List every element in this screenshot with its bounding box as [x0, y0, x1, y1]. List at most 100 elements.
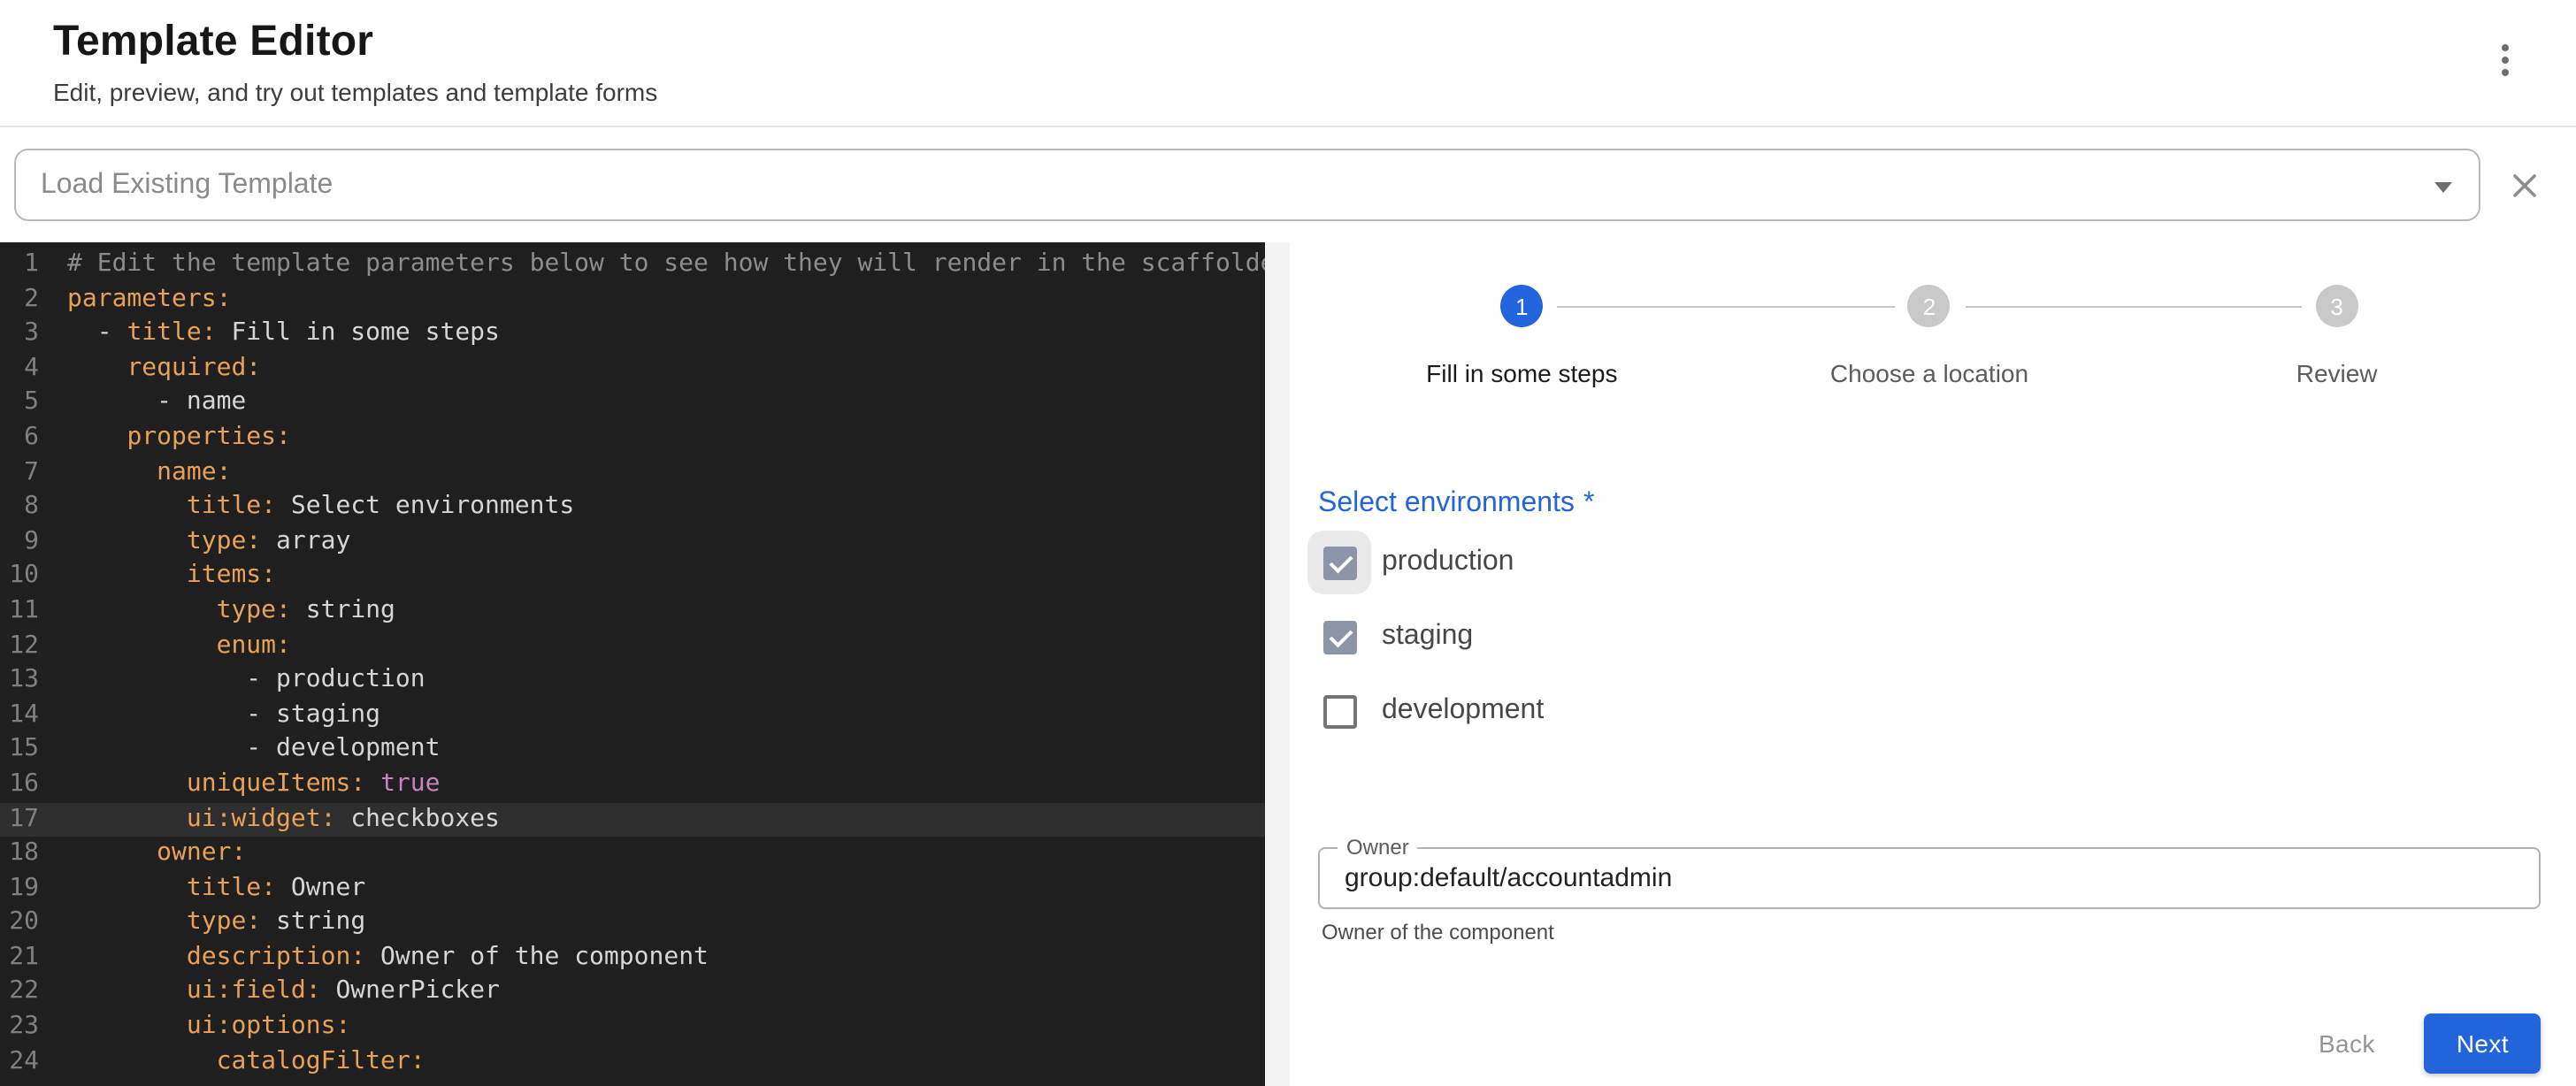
group-label-text: Select environments	[1318, 488, 1575, 518]
line-number: 12	[0, 629, 39, 663]
template-toolbar: Load Existing Template	[0, 127, 2576, 242]
line-number: 5	[0, 386, 39, 421]
checkbox-staging[interactable]: staging	[1318, 600, 2541, 674]
page-title: Template Editor	[53, 18, 2534, 67]
code-line[interactable]: 11 type: string	[0, 594, 1265, 629]
code-line[interactable]: 22 ui:field: OwnerPicker	[0, 975, 1265, 1010]
line-number: 11	[0, 594, 39, 629]
step-connector	[1965, 306, 2302, 308]
next-button[interactable]: Next	[2425, 1013, 2541, 1074]
step-number-badge: 1	[1500, 285, 1543, 327]
checkbox-checked-icon	[1322, 620, 1356, 654]
step-label: Fill in some steps	[1426, 356, 1617, 391]
code-line-text: # Edit the template parameters below to …	[39, 248, 1265, 282]
line-number: 13	[0, 663, 39, 698]
template-editor-app: Template Editor Edit, preview, and try o…	[0, 0, 2576, 1086]
code-line[interactable]: 16 uniqueItems: true	[0, 768, 1265, 802]
code-line-text: name:	[39, 455, 231, 490]
required-asterisk: *	[1583, 488, 1594, 518]
step-number-badge: 2	[1908, 285, 1951, 327]
code-line[interactable]: 10 items:	[0, 560, 1265, 594]
more-options-button[interactable]	[2484, 35, 2526, 85]
code-line-text: required:	[39, 352, 261, 386]
checkbox-unchecked-icon	[1322, 694, 1356, 728]
line-number: 17	[0, 802, 39, 837]
close-button[interactable]	[2495, 155, 2555, 215]
code-line[interactable]: 3 - title: Fill in some steps	[0, 317, 1265, 351]
checkbox-production[interactable]: production	[1318, 525, 2541, 600]
step-fill-in-some-steps: 1 Fill in some steps	[1318, 285, 1726, 391]
code-line-text: - production	[39, 663, 426, 698]
close-icon	[2507, 167, 2542, 203]
kebab-icon	[2502, 57, 2509, 64]
code-line-text: owner:	[39, 837, 246, 871]
code-line-text: ui:widget: checkboxes	[39, 802, 500, 837]
code-line[interactable]: 4 required:	[0, 352, 1265, 386]
code-line[interactable]: 14 - staging	[0, 698, 1265, 732]
code-line[interactable]: 5 - name	[0, 386, 1265, 421]
line-number: 22	[0, 975, 39, 1010]
editor-scrollbar[interactable]	[1265, 242, 1290, 1086]
code-line-text: ui:field: OwnerPicker	[39, 975, 500, 1010]
line-number: 9	[0, 525, 39, 560]
code-line-text: uniqueItems: true	[39, 768, 441, 802]
line-number: 18	[0, 837, 39, 871]
kebab-icon	[2502, 69, 2509, 76]
code-line[interactable]: 23 ui:options:	[0, 1010, 1265, 1044]
line-number: 24	[0, 1044, 39, 1079]
wizard-actions: Back Next	[2301, 1013, 2541, 1074]
code-line-text: ui:options:	[39, 1010, 350, 1044]
code-line-text: type: string	[39, 906, 365, 941]
line-number: 8	[0, 490, 39, 524]
code-line[interactable]: 1# Edit the template parameters below to…	[0, 248, 1265, 282]
code-line[interactable]: 6 properties:	[0, 421, 1265, 455]
code-line[interactable]: 9 type: array	[0, 525, 1265, 560]
line-number: 15	[0, 733, 39, 768]
checkbox-label: development	[1382, 695, 1544, 727]
step-review: 3 Review	[2133, 285, 2541, 391]
code-line[interactable]: 17 ui:widget: checkboxes	[0, 802, 1265, 837]
page-subtitle: Edit, preview, and try out templates and…	[53, 78, 2534, 106]
owner-input[interactable]	[1345, 863, 2514, 893]
code-line[interactable]: 15 - development	[0, 733, 1265, 768]
code-line-text: parameters:	[39, 282, 231, 317]
line-number: 16	[0, 768, 39, 802]
code-line-text: - development	[39, 733, 440, 768]
template-preview-panel: 1 Fill in some steps 2 Choose a location…	[1290, 242, 2576, 1086]
chevron-down-icon	[2434, 182, 2452, 193]
code-line[interactable]: 7 name:	[0, 455, 1265, 490]
load-template-select[interactable]: Load Existing Template	[14, 149, 2480, 221]
code-line-text: enum:	[39, 629, 291, 663]
code-line[interactable]: 24 catalogFilter:	[0, 1044, 1265, 1079]
line-number: 23	[0, 1010, 39, 1044]
checkbox-development[interactable]: development	[1318, 674, 2541, 748]
main-content: 1 # Edit the template parameters below to…	[0, 242, 2576, 1086]
code-line[interactable]: 2parameters:	[0, 282, 1265, 317]
back-button[interactable]: Back	[2301, 1015, 2393, 1072]
code-line[interactable]: 18 owner:	[0, 837, 1265, 871]
code-line[interactable]: 21 description: Owner of the component	[0, 941, 1265, 975]
step-label: Choose a location	[1830, 356, 2028, 391]
line-number: 6	[0, 421, 39, 455]
owner-helper-text: Owner of the component	[1322, 920, 2541, 945]
step-number-badge: 3	[2316, 285, 2358, 327]
owner-field-label: Owner	[1338, 835, 1418, 860]
code-line[interactable]: 12 enum:	[0, 629, 1265, 663]
line-number: 19	[0, 871, 39, 906]
code-line[interactable]: 8 title: Select environments	[0, 490, 1265, 524]
select-environments-label: Select environments *	[1318, 483, 2541, 525]
code-line-text: title: Select environments	[39, 490, 574, 524]
code-line-text: type: array	[39, 525, 350, 560]
line-number: 14	[0, 698, 39, 732]
code-editor[interactable]: 1# Edit the template parameters below to…	[0, 242, 1265, 1086]
code-line[interactable]: 20 type: string	[0, 906, 1265, 941]
code-line-text: items:	[39, 560, 276, 594]
checkbox-label: staging	[1382, 621, 1473, 653]
step-label: Review	[2296, 356, 2378, 391]
step-connector	[1557, 306, 1894, 308]
load-template-placeholder: Load Existing Template	[41, 169, 333, 201]
line-number: 10	[0, 560, 39, 594]
code-line[interactable]: 19 title: Owner	[0, 871, 1265, 906]
code-line[interactable]: 13 - production	[0, 663, 1265, 698]
step-choose-a-location: 2 Choose a location	[1726, 285, 2134, 391]
